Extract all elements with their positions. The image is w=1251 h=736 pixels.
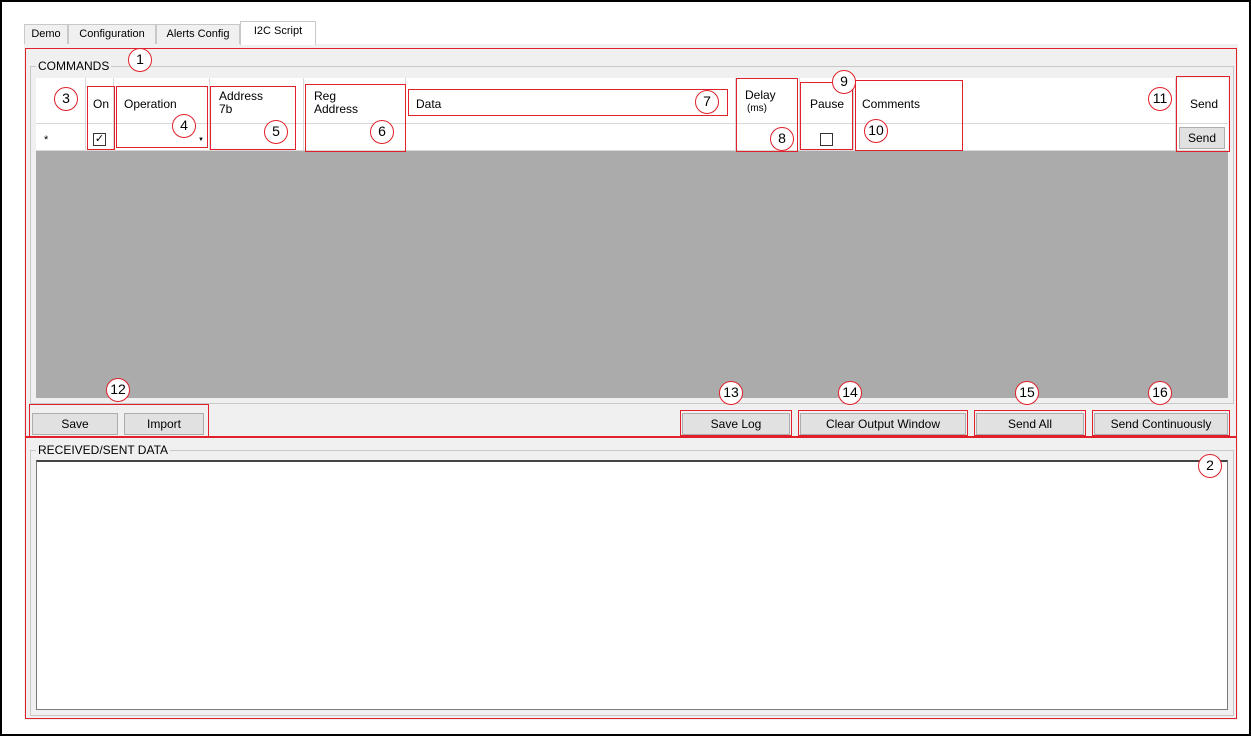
- callout-10: 10: [864, 119, 888, 143]
- annotation-box-received: [25, 437, 1237, 719]
- tab-alerts-config[interactable]: Alerts Config: [156, 24, 240, 44]
- callout-11: 11: [1148, 87, 1172, 111]
- callout-8: 8: [770, 127, 794, 151]
- callout-13: 13: [719, 381, 743, 405]
- annotation-box-operation: [116, 86, 208, 148]
- tab-demo[interactable]: Demo: [24, 24, 68, 44]
- annotation-box-send-continuously: [1092, 410, 1230, 436]
- callout-4: 4: [172, 114, 196, 138]
- annotation-box-reg-address: [305, 84, 406, 152]
- callout-2: 2: [1198, 454, 1222, 478]
- callout-7: 7: [695, 90, 719, 114]
- callout-9: 9: [832, 70, 856, 94]
- callout-15: 15: [1015, 381, 1039, 405]
- annotation-box-data: [408, 89, 728, 116]
- tab-configuration[interactable]: Configuration: [68, 24, 156, 44]
- annotation-box-save-import: [29, 404, 209, 438]
- callout-6: 6: [370, 120, 394, 144]
- annotation-box-send: [1176, 76, 1230, 152]
- callout-14: 14: [838, 381, 862, 405]
- callout-3: 3: [54, 87, 78, 111]
- callout-1: 1: [128, 48, 152, 72]
- callout-16: 16: [1148, 381, 1172, 405]
- annotation-box-save-log: [680, 410, 792, 436]
- callout-5: 5: [264, 120, 288, 144]
- annotation-box-send-all: [974, 410, 1086, 436]
- annotation-box-clear-output: [798, 410, 968, 436]
- annotation-box-on: [87, 86, 115, 150]
- tab-i2c-script[interactable]: I2C Script: [240, 21, 316, 45]
- callout-12: 12: [106, 378, 130, 402]
